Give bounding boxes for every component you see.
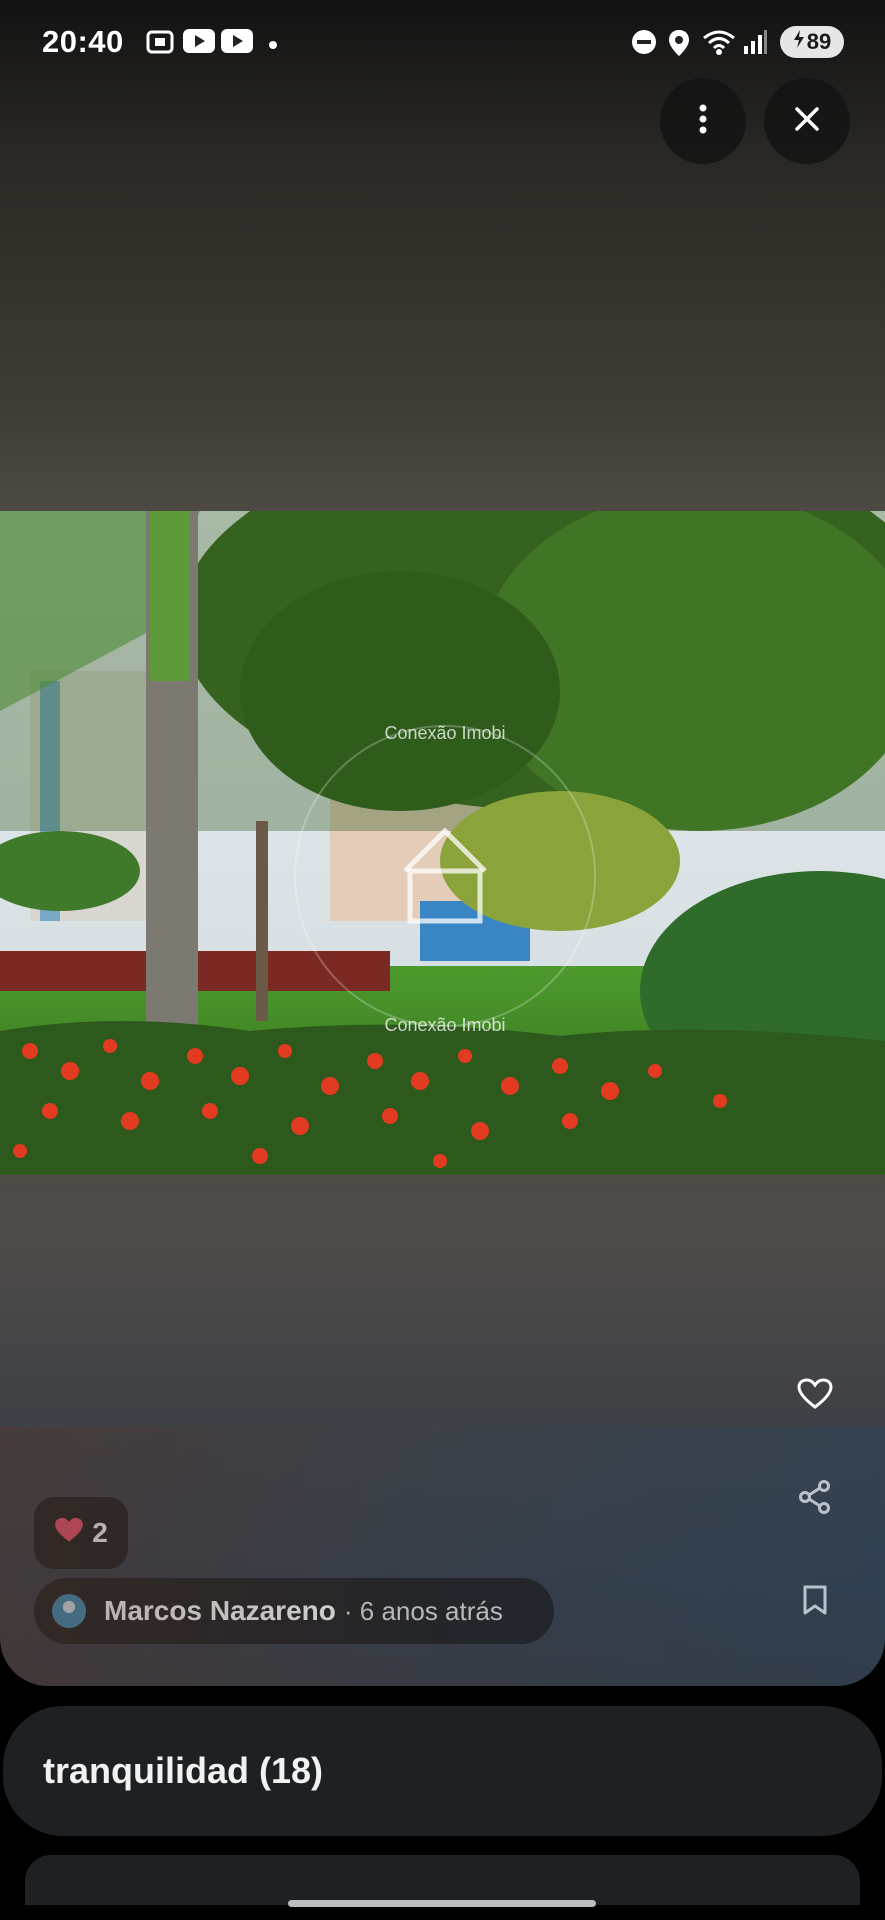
dnd-icon (630, 28, 658, 61)
tag-chip-label: tranquilidad (18) (43, 1750, 324, 1791)
battery-indicator: 89 (780, 26, 844, 58)
more-options-icon (698, 104, 708, 139)
author-time: · 6 anos atrás (343, 1595, 503, 1626)
author-chip[interactable]: Marcos Nazareno · 6 anos atrás (34, 1578, 554, 1644)
status-bar: 20:40 89 (0, 22, 885, 64)
dot-icon (268, 37, 278, 55)
status-time: 20:40 (42, 24, 124, 59)
share-icon (798, 1480, 832, 1514)
photo-viewer-card: 20:40 89 Conexão Imobi Conexão Imobi 2 M… (0, 0, 885, 1686)
bookmark-icon (802, 1584, 828, 1616)
battery-level: 89 (806, 29, 832, 54)
likes-count: 2 (92, 1517, 108, 1548)
home-indicator[interactable] (288, 1900, 596, 1907)
next-tag-chip[interactable] (25, 1855, 860, 1905)
like-button[interactable] (790, 1369, 840, 1419)
watermark-text: Conexão Imobi (384, 723, 505, 743)
youtube-icon (220, 28, 254, 59)
tag-chip[interactable]: tranquilidad (18) (3, 1706, 882, 1836)
charging-icon (793, 29, 805, 55)
location-icon (667, 28, 691, 63)
author-name: Marcos Nazareno (104, 1595, 336, 1626)
likes-badge[interactable]: 2 (34, 1497, 128, 1569)
save-button[interactable] (790, 1575, 840, 1625)
watermark-text-bottom: Conexão Imobi (384, 1015, 505, 1035)
close-icon (794, 106, 820, 137)
heart-filled-icon (54, 1517, 84, 1550)
more-options-button[interactable] (660, 78, 746, 164)
heart-outline-icon (797, 1378, 833, 1410)
screenshot-icon (145, 28, 175, 61)
wifi-icon (702, 28, 736, 61)
close-button[interactable] (764, 78, 850, 164)
avatar (52, 1594, 86, 1628)
share-button[interactable] (790, 1472, 840, 1522)
signal-icon (742, 28, 768, 61)
garden-photo[interactable]: Conexão Imobi Conexão Imobi (0, 511, 885, 1175)
youtube-icon (182, 28, 216, 59)
